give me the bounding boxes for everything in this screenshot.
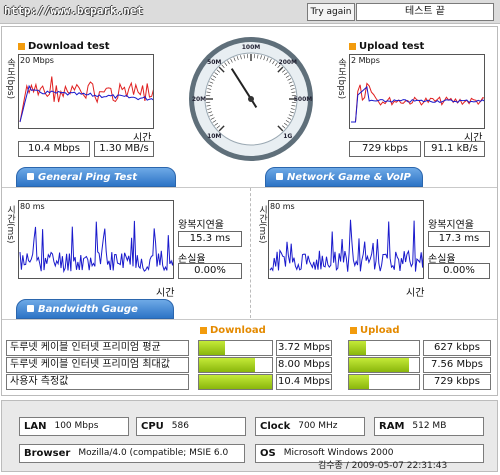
divider [250,188,251,318]
download-y-label: 속도(bps) [5,58,15,100]
upload-bar-fill [349,375,369,389]
bandwidth-upload-header: Upload [350,325,399,336]
ram-info: RAM 512 MB [374,417,484,436]
download-mbps: 10.4 Mbps [18,141,90,157]
upload-kbs: 91.1 kB/s [424,141,485,157]
game-graph [268,200,424,279]
download-value: 8.00 Mbps [276,357,332,373]
tab-general-ping[interactable]: General Ping Test [16,167,176,187]
download-value: 10.4 Mbps [276,374,332,390]
upload-trace-red [351,82,484,123]
download-trace-red [19,76,153,123]
ping-rtt-label: 왕복지연율 [178,220,224,231]
game-rtt-value: 17.3 ms [428,231,490,247]
bandwidth-download-header: Download [200,325,266,336]
download-title: Download test [18,41,110,52]
tab-bandwidth-gauge[interactable]: Bandwidth Gauge [16,299,174,319]
bullet-icon [349,43,356,50]
download-bar [198,340,273,356]
bullet-icon [18,43,25,50]
speed-gauge: 10M 20M 50M 100M 200M 500M 1G [189,37,313,161]
gauge-label: 500M [294,96,313,103]
game-trace [269,219,423,272]
upload-y-label: 속도(bps) [336,58,346,100]
gauge-hub [248,96,254,102]
gauge-label: 100M [242,44,261,51]
test-credit: 김수종 / 2009-05-07 22:31:43 [318,461,448,471]
ping-graph [18,200,174,279]
lan-info: LAN 100 Mbps [19,417,129,436]
download-bar [198,357,273,373]
upload-scale: 2 Mbps [351,56,380,65]
upload-bar-fill [349,341,366,355]
download-bar-fill [199,358,256,372]
upload-graph [349,54,485,129]
row-label: 두루넷 케이블 인터넷 프리미엄 최대값 [6,357,189,373]
ping-x-label: 시간 [156,288,175,299]
square-icon [27,173,34,180]
bullet-icon [200,327,207,334]
download-mbs: 1.30 MB/s [94,141,154,157]
download-bar [198,374,273,390]
bullet-icon [350,327,357,334]
site-url[interactable]: http://www.bcpark.net [4,4,143,17]
game-scale: 80 ms [270,202,295,211]
upload-bar [348,357,420,373]
game-rtt-label: 왕복지연율 [428,220,474,231]
upload-value: 627 kbps [423,340,491,356]
gauge-label: 10M [207,133,221,140]
row-label: 두루넷 케이블 인터넷 프리미엄 평균 [6,340,189,356]
ping-trace [19,220,173,274]
browser-info: Browser Mozilla/4.0 (compatible; MSIE 6.0 [19,444,245,463]
download-bar-fill [199,375,272,389]
divider [2,319,497,320]
square-icon [276,173,283,180]
gauge-label: 50M [207,59,221,66]
test-end-status: 테스트 끝 [356,3,494,21]
cpu-info: CPU 586 [136,417,246,436]
game-loss-value: 0.00% [428,263,490,279]
download-bar-fill [199,341,226,355]
upload-bar [348,340,420,356]
download-graph [18,54,154,129]
square-icon [27,305,34,312]
tab-network-game[interactable]: Network Game & VoIP Test [265,167,423,203]
upload-bar [348,374,420,390]
ping-rtt-value: 15.3 ms [178,231,242,247]
gauge-label: 1G [283,133,292,140]
row-label: 사용자 측정값 [6,374,189,390]
try-again-button[interactable]: Try again [307,3,355,21]
ping-scale: 80 ms [20,202,45,211]
ping-loss-value: 0.00% [178,263,242,279]
download-scale: 20 Mbps [20,56,54,65]
game-x-label: 시간 [406,288,425,299]
gauge-label: 20M [192,96,206,103]
clock-info: Clock 700 MHz [255,417,365,436]
upload-value: 7.56 Mbps [423,357,491,373]
upload-value: 729 kbps [423,374,491,390]
upload-title: Upload test [349,41,424,52]
download-value: 3.72 Mbps [276,340,332,356]
ping-y-label: 시간(ms) [5,205,15,244]
upload-bar-fill [349,358,410,372]
gauge-label: 200M [279,59,298,66]
upload-kbps: 729 kbps [349,141,421,157]
